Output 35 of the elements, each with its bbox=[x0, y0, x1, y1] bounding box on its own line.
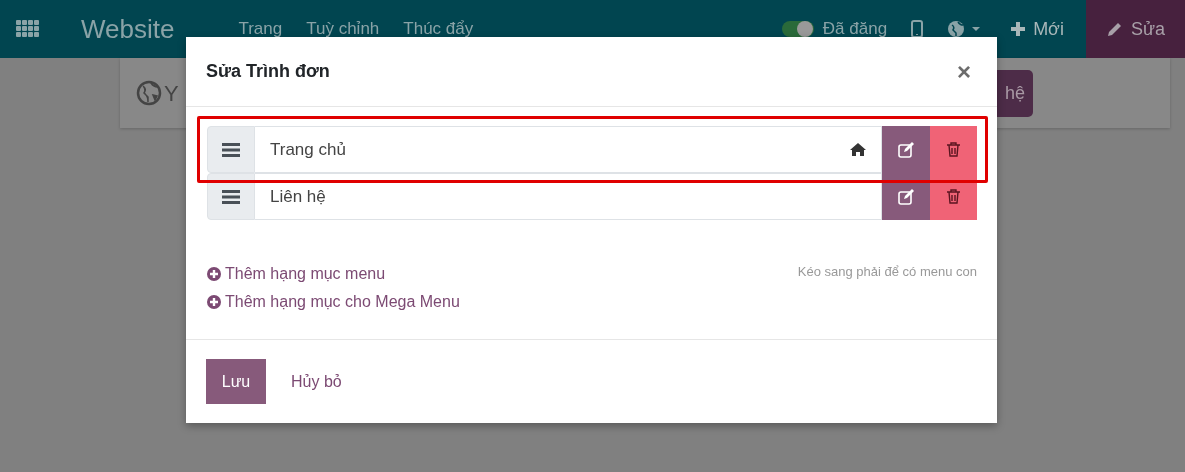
plus-circle-icon bbox=[207, 267, 221, 281]
globe-dropdown-icon[interactable] bbox=[947, 20, 982, 38]
drag-handle[interactable] bbox=[207, 126, 255, 173]
drag-handle[interactable] bbox=[207, 173, 255, 220]
menu-item-field[interactable]: Trang chủ bbox=[255, 126, 882, 173]
menu-item-field[interactable]: Liên hệ bbox=[255, 173, 882, 220]
pencil-icon bbox=[1105, 20, 1123, 38]
globe-icon bbox=[136, 80, 162, 106]
apps-grid-icon[interactable] bbox=[16, 20, 40, 38]
close-button[interactable]: × bbox=[951, 58, 977, 85]
app-title: Website bbox=[81, 12, 175, 46]
plus-circle-icon bbox=[207, 295, 221, 309]
delete-item-button[interactable] bbox=[930, 173, 977, 220]
edit-button[interactable]: Sửa bbox=[1085, 0, 1185, 58]
dialog-title: Sửa Trình đơn bbox=[206, 60, 330, 83]
cancel-button[interactable]: Hủy bỏ bbox=[266, 369, 367, 394]
edit-item-button[interactable] bbox=[882, 173, 930, 220]
add-item-link[interactable]: Thêm hạng mục cho Mega Menu bbox=[207, 290, 460, 314]
mobile-phone-icon[interactable] bbox=[911, 20, 924, 38]
menu-icon bbox=[222, 189, 240, 204]
trash-icon bbox=[947, 189, 960, 204]
hint-text: Kéo sang phải để có menu con bbox=[797, 263, 977, 281]
edit-item-button[interactable] bbox=[882, 126, 930, 173]
trash-icon bbox=[947, 142, 960, 157]
edit-icon bbox=[898, 188, 914, 205]
delete-item-button[interactable] bbox=[930, 126, 977, 173]
plus-icon bbox=[1011, 22, 1026, 36]
edit-icon bbox=[898, 141, 914, 158]
add-item-link[interactable]: Thêm hạng mục menu bbox=[207, 262, 460, 286]
toggle-switch[interactable] bbox=[780, 19, 815, 39]
save-button[interactable]: Lưu bbox=[206, 359, 266, 404]
new-button[interactable]: Mới bbox=[1005, 14, 1070, 44]
menu-icon bbox=[222, 142, 240, 157]
logo-text: Y bbox=[164, 79, 179, 108]
published-label: Đã đăng bbox=[822, 18, 888, 41]
